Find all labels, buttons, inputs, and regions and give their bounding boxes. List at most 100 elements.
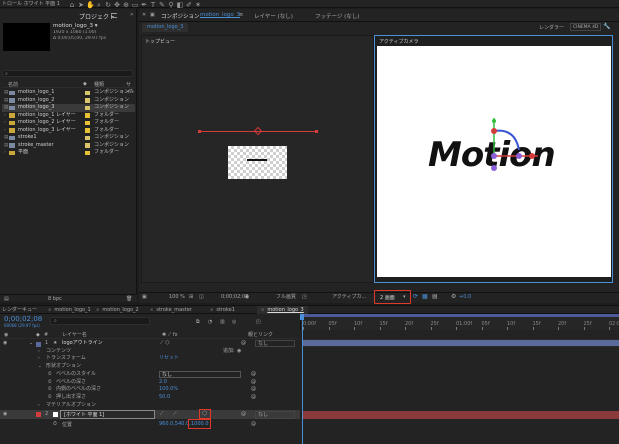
comp-name[interactable]: motion_logo_3 ▾: [53, 23, 98, 29]
tab-layer[interactable]: レイヤー (なし): [254, 12, 293, 20]
label-color-swatch[interactable]: [85, 150, 90, 155]
camera-gizmo[interactable]: [470, 110, 550, 190]
tab-close-icon[interactable]: ✕: [48, 306, 51, 314]
property-pickwhip-icon[interactable]: @: [251, 379, 256, 387]
project-item[interactable]: ▤ stroke1 コンポジション: [2, 134, 135, 142]
property-pickwhip-icon[interactable]: @: [251, 394, 256, 402]
project-item[interactable]: › 平面 フォルダー: [2, 149, 135, 157]
exposure-icon[interactable]: ⚙: [451, 293, 456, 300]
project-item[interactable]: ▤ motion_logo_1 コンポジション: [2, 89, 135, 97]
brush-icon[interactable]: ✎: [158, 1, 166, 9]
label-color-swatch[interactable]: [85, 98, 90, 103]
layer2-pickwhip-icon[interactable]: @: [241, 411, 246, 417]
layer-label-color[interactable]: [36, 341, 41, 347]
rect-icon[interactable]: ▭: [131, 1, 139, 9]
sub-tab[interactable]: motion_logo_3: [142, 23, 189, 32]
fast-preview-icon[interactable]: ⟳: [413, 293, 418, 300]
layer1-duration-bar[interactable]: [302, 340, 619, 346]
expand-arrow-icon[interactable]: ›: [4, 112, 6, 120]
position-z-value[interactable]: 1000.0: [191, 421, 209, 427]
tl-draft-icon[interactable]: ⧉: [196, 318, 200, 326]
timeline-tab[interactable]: ✕ motion_logo_3: [257, 306, 308, 314]
roto-icon[interactable]: ✐: [185, 1, 193, 9]
property-pickwhip-icon[interactable]: @: [251, 386, 256, 394]
move-icon[interactable]: ✥: [113, 1, 121, 9]
snapshot-icon[interactable]: ◉: [245, 293, 249, 302]
tab-close-icon[interactable]: ✕: [96, 306, 99, 314]
project-item[interactable]: › motion_logo_3 レイヤー フォルダー: [2, 127, 135, 135]
property-expand-icon[interactable]: ›: [38, 355, 40, 363]
property-expand-icon[interactable]: ⏱: [48, 386, 52, 394]
parent-pickwhip-icon[interactable]: @: [241, 340, 246, 348]
timeline-tab[interactable]: ✕ motion_logo_2: [96, 306, 139, 314]
property-row[interactable]: ⏱ ベベルのスタイル なし @: [0, 370, 300, 379]
stamp-icon[interactable]: ⚲: [167, 1, 175, 9]
timeline-timecode[interactable]: 0;00;02;08: [4, 315, 42, 323]
collapse-switch-icon[interactable]: ⟋: [160, 411, 164, 417]
property-row[interactable]: ⏱ 押し出す深さ 50.0 @: [0, 394, 300, 402]
work-area-bar[interactable]: [302, 314, 619, 317]
layer-parent[interactable]: なし: [255, 340, 295, 347]
property-extra[interactable]: リセット: [159, 355, 179, 363]
layer-eye-icon[interactable]: ◉: [3, 340, 7, 348]
pen-icon[interactable]: ✒: [140, 1, 148, 9]
header-name[interactable]: 名前: [8, 81, 18, 88]
project-item[interactable]: › motion_logo_2 レイヤー フォルダー: [2, 119, 135, 127]
label-color-swatch[interactable]: [85, 135, 90, 140]
project-tab-menu-icon[interactable]: [111, 13, 117, 18]
timeline-tab[interactable]: ✕ stroke1: [210, 306, 235, 314]
header-parent[interactable]: 親とリンク: [248, 331, 273, 339]
property-expand-icon[interactable]: ⏱: [48, 379, 52, 387]
eraser-icon[interactable]: ◧: [176, 1, 184, 9]
puppet-icon[interactable]: ✶: [194, 1, 202, 9]
property-expand-icon[interactable]: ›: [38, 348, 40, 356]
project-footer-icon[interactable]: ▤: [4, 296, 9, 302]
property-row[interactable]: › トランスフォーム リセット: [0, 355, 300, 363]
property-value[interactable]: 2.0: [159, 379, 167, 387]
property-row[interactable]: ⏱ 内側のベベルの深さ 100.0% @: [0, 386, 300, 394]
layer-name[interactable]: logoアウトライン: [62, 340, 103, 348]
type-icon[interactable]: T: [149, 1, 157, 9]
timeline-search[interactable]: ⌕: [50, 317, 150, 325]
mask-icon[interactable]: ◫: [199, 293, 204, 302]
label-header-icon[interactable]: ◆: [83, 81, 87, 87]
tab-close-icon[interactable]: ✕: [261, 306, 264, 314]
tl-frameblend-icon[interactable]: ▥: [220, 318, 225, 326]
layer-switches-icon[interactable]: ⟋ ⬡: [160, 340, 169, 348]
tab-menu-icon[interactable]: ≡: [239, 12, 243, 18]
tab-composition[interactable]: コンポジション: [161, 12, 200, 20]
draft3d-icon[interactable]: ▤: [432, 293, 438, 300]
toggle-transparency-icon[interactable]: ▦: [422, 293, 428, 300]
label-color-swatch[interactable]: [85, 128, 90, 133]
property-row[interactable]: › コンテンツ 追加: ◉: [0, 348, 300, 356]
trash-icon[interactable]: 🗑: [126, 296, 132, 302]
anchor-icon[interactable]: ⊕: [122, 1, 130, 9]
layer2-label-color[interactable]: [36, 412, 41, 417]
close-tab-icon[interactable]: ✕: [142, 12, 146, 18]
label-color-swatch[interactable]: [85, 105, 90, 110]
add-circle-icon[interactable]: ◉: [237, 348, 241, 356]
property-row[interactable]: › マテリアルオプション: [0, 402, 300, 410]
project-item[interactable]: ▤ motion_logo_2 コンポジション: [2, 97, 135, 105]
layer2-name[interactable]: [ホワイト 平面 1]: [64, 411, 104, 418]
expand-arrow-icon[interactable]: ›: [4, 149, 6, 157]
property-expand-icon[interactable]: ⏱: [48, 394, 52, 402]
label-color-swatch[interactable]: [85, 120, 90, 125]
wrench-icon[interactable]: 🔧: [603, 23, 610, 30]
rotate-icon[interactable]: ↻: [104, 1, 112, 9]
layer2-duration-bar[interactable]: [302, 411, 619, 419]
label-color-swatch[interactable]: [85, 143, 90, 148]
tab-footage[interactable]: フッテージ (なし): [315, 12, 359, 20]
header-layer-name[interactable]: レイヤー名: [62, 331, 87, 339]
timeline-tab[interactable]: ✕ stroke_master: [150, 306, 192, 314]
property-row[interactable]: ⌄ 形状オプション: [0, 363, 300, 371]
top-view-handle-right[interactable]: [315, 130, 318, 133]
tab-close-icon[interactable]: ✕: [210, 306, 213, 314]
expand-icon[interactable]: »: [130, 11, 134, 18]
quality-dropdown[interactable]: フル画質: [276, 293, 296, 302]
property-expand-icon[interactable]: ›: [38, 402, 40, 410]
lock-icon[interactable]: ▣: [150, 12, 155, 18]
property-expand-icon[interactable]: ⏱: [48, 371, 52, 379]
tab-composition-name[interactable]: motion_logo_3: [200, 12, 240, 18]
property-extra[interactable]: 追加:: [223, 348, 235, 356]
